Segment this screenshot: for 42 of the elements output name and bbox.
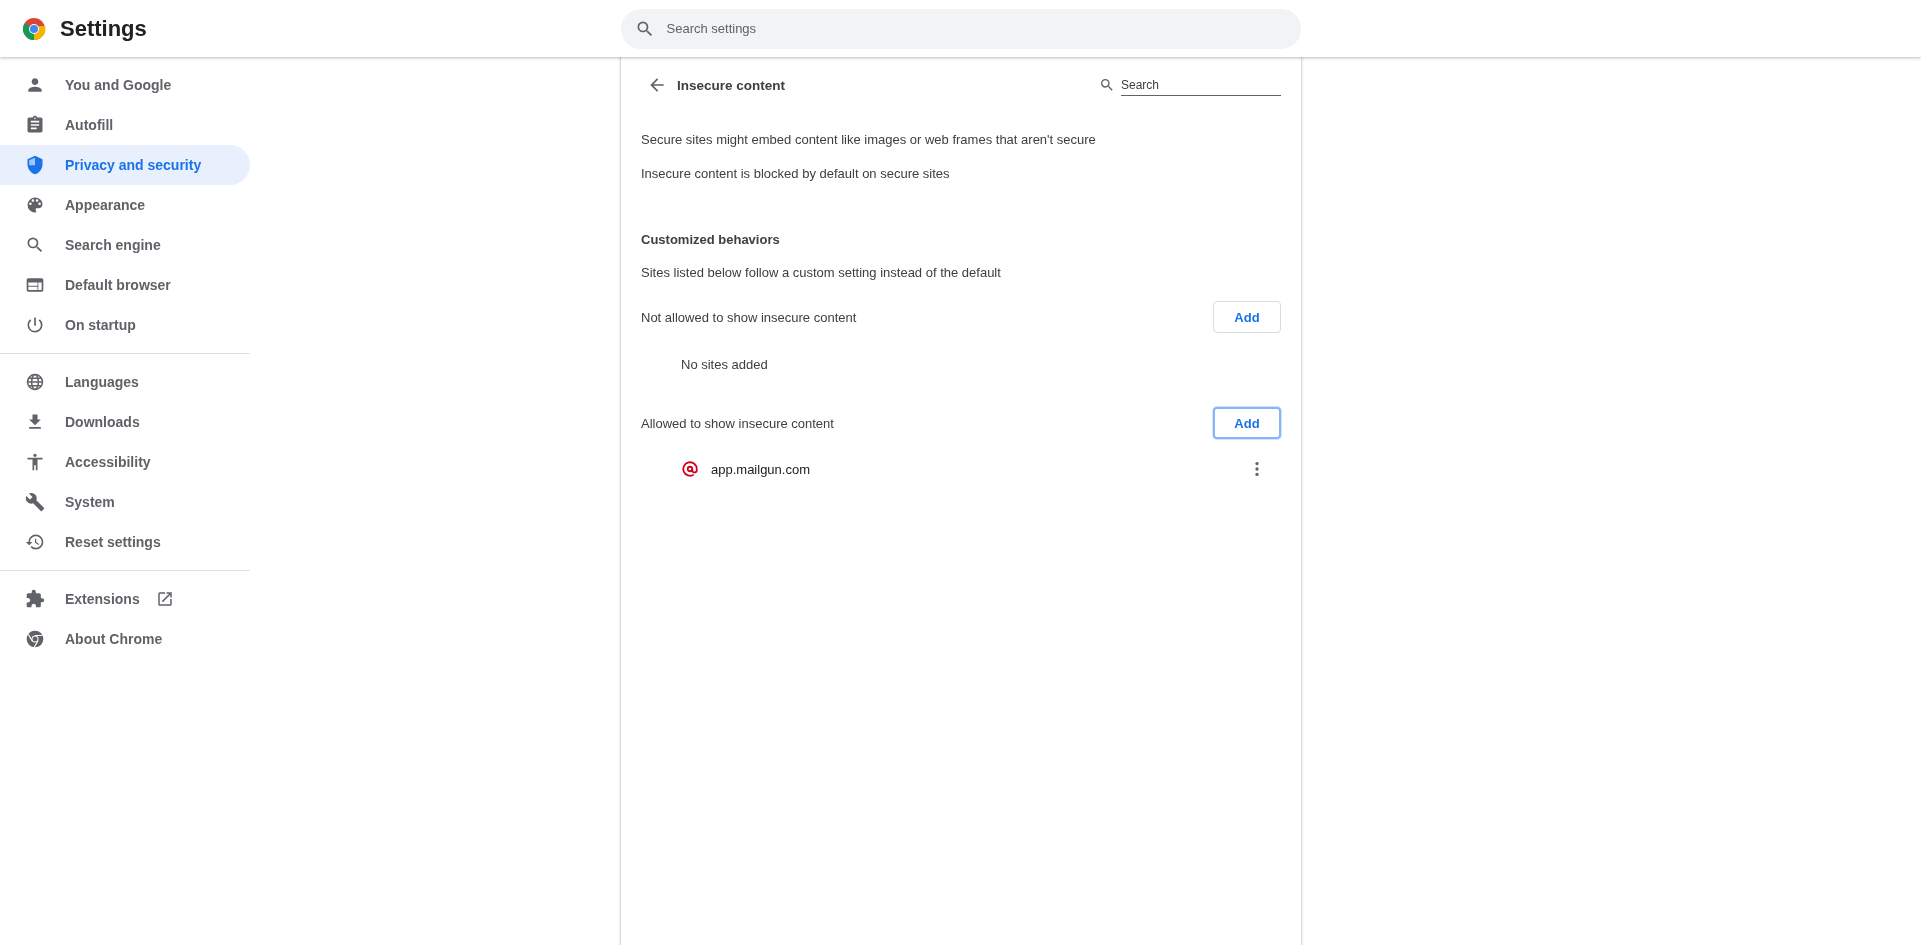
sidebar-item[interactable]: Autofill <box>0 105 250 145</box>
chrome-icon <box>25 629 45 649</box>
description-text: Insecure content is blocked by default on secure sites <box>641 165 950 183</box>
sidebar-item[interactable]: System <box>0 482 250 522</box>
add-button[interactable]: Add <box>1213 301 1281 333</box>
site-favicon-icon <box>681 460 699 478</box>
sidebar-item[interactable]: Search engine <box>0 225 250 265</box>
sidebar-item[interactable]: Privacy and security <box>0 145 250 185</box>
sidebar-item[interactable]: About Chrome <box>0 619 250 659</box>
sidebar-item[interactable]: Accessibility <box>0 442 250 482</box>
shield-icon <box>25 155 45 175</box>
globe-icon <box>25 372 45 392</box>
search-icon <box>25 235 45 255</box>
sidebar-item[interactable]: Languages <box>0 362 250 402</box>
sidebar-item[interactable]: You and Google <box>0 65 250 105</box>
sidebar-item[interactable]: On startup <box>0 305 250 345</box>
sidebar-item[interactable]: Extensions <box>0 579 250 619</box>
history-icon <box>25 532 45 552</box>
settings-title: Settings <box>60 15 147 42</box>
sidebar-item[interactable]: Appearance <box>0 185 250 225</box>
sidebar-item[interactable]: Downloads <box>0 402 250 442</box>
empty-list-text: No sites added <box>681 357 768 372</box>
clipboard-icon <box>25 115 45 135</box>
site-name: app.mailgun.com <box>711 461 811 477</box>
palette-icon <box>25 195 45 215</box>
chrome-logo-icon <box>22 16 46 41</box>
section-description: Sites listed below follow a custom setting instead of the default <box>641 264 1001 282</box>
wrench-icon <box>25 492 45 512</box>
search-icon <box>1099 77 1115 93</box>
page-title: Insecure content <box>677 77 787 93</box>
description-text: Secure sites might embed content like images or web frames that aren't secure <box>641 131 1096 149</box>
section-heading: Customized behaviors <box>641 231 780 249</box>
sidebar-item[interactable]: Default browser <box>0 265 250 305</box>
accessibility-icon <box>25 452 45 472</box>
list-label: Not allowed to show insecure content <box>641 309 857 325</box>
add-button[interactable]: Add <box>1213 407 1281 439</box>
power-icon <box>25 315 45 335</box>
list-label: Allowed to show insecure content <box>641 415 834 431</box>
search-field[interactable]: Search settings <box>620 8 1301 49</box>
sidebar-item[interactable]: Reset settings <box>0 522 250 562</box>
browser-window-icon <box>25 275 45 295</box>
puzzle-icon <box>25 589 45 609</box>
